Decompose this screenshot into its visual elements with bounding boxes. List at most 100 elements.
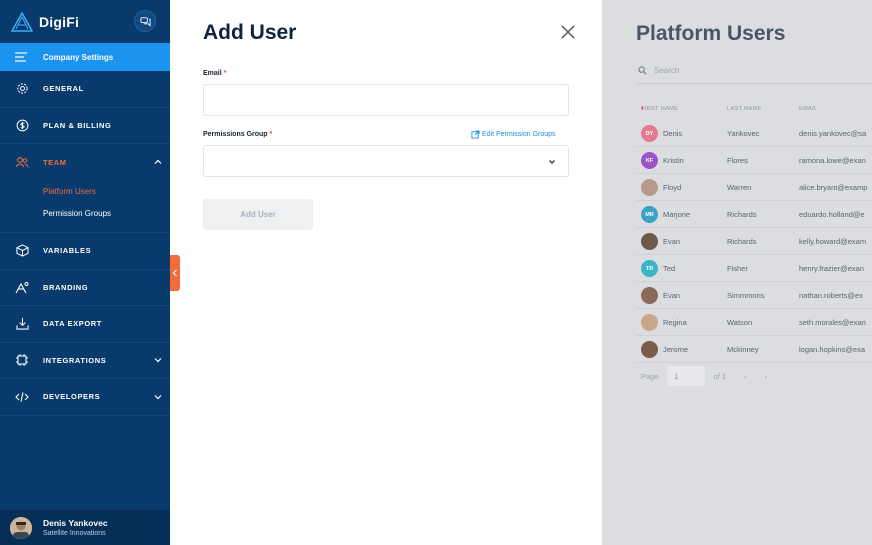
pagination: Page 1 of 1 ‹ › (641, 366, 767, 386)
external-link-icon (471, 130, 480, 139)
cell-email: ramona.lowe@exan (799, 156, 866, 165)
cell-email: eduardo.holland@e (799, 210, 865, 219)
chip-icon (15, 353, 29, 367)
cell-email: henry.frazier@exan (799, 264, 865, 273)
sidebar-item-plan-billing[interactable]: PLAN & BILLING (0, 108, 170, 144)
table-row[interactable]: Floyd Warren alice.bryant@examp (636, 174, 872, 201)
avatar (641, 341, 658, 358)
menu-lines-icon (15, 50, 29, 64)
sidebar-item-team[interactable]: TEAM (0, 144, 170, 180)
platform-users-page: Platform Users Search FIRST NAME ▾ LAST … (602, 0, 872, 545)
table-row[interactable]: Jerome Mckinney logan.hopkins@exa (636, 336, 872, 363)
email-label-text: Email (203, 70, 222, 77)
required-mark: * (269, 131, 273, 138)
sidebar-item-variables[interactable]: VARIABLES (0, 233, 170, 270)
sidebar-item-integrations[interactable]: INTEGRATIONS (0, 343, 170, 379)
cell-email: logan.hopkins@exa (799, 345, 865, 354)
avatar (641, 233, 658, 250)
avatar: TR (641, 260, 658, 277)
cell-first-name: Marjorie (663, 210, 691, 219)
sidebar-item-general[interactable]: GENERAL (0, 71, 170, 108)
sidebar-subitem-platform-users[interactable]: Platform Users (0, 180, 170, 202)
cell-last-name: Richards (727, 237, 757, 246)
cell-last-name: Warren (727, 183, 752, 192)
sidebar-item-label: DEVELOPERS (43, 392, 101, 402)
page-title: Platform Users (636, 22, 786, 45)
add-user-button[interactable]: Add User (203, 199, 313, 230)
table-row[interactable]: Evan Richards kelly.howard@exam (636, 228, 872, 255)
email-label: Email * (203, 70, 226, 77)
divider (636, 83, 872, 84)
chevron-left-icon (172, 269, 177, 277)
sidebar-subitem-permission-groups[interactable]: Permission Groups (0, 202, 170, 224)
avatar: KF (641, 152, 658, 169)
column-label: FIRST NAME (641, 106, 679, 112)
column-last-name[interactable]: LAST NAME (727, 106, 762, 112)
cell-last-name: Flores (727, 156, 748, 165)
user-company: Satellite Innovations (43, 530, 106, 537)
avatar (10, 516, 32, 539)
table-row[interactable]: KF Kristin Flores ramona.lowe@exan (636, 147, 872, 174)
branding-icon (15, 280, 29, 294)
edit-permission-groups-link[interactable]: Edit Permission Groups (471, 130, 556, 139)
gear-icon (15, 82, 29, 96)
cell-first-name: Jerome (663, 345, 689, 354)
sidebar-item-company-settings[interactable]: Company Settings (0, 43, 170, 71)
cell-email: kelly.howard@exam (799, 237, 867, 246)
user-profile[interactable]: Denis Yankovec Satellite Innovations (0, 510, 170, 545)
table-row[interactable]: Evan Simmmons nathan.roberts@ex (636, 282, 872, 309)
column-email[interactable]: EMAIL (799, 106, 818, 112)
sidebar-item-label: BRANDING (43, 282, 89, 292)
collapse-sidebar-tab[interactable] (170, 255, 180, 291)
sidebar-item-label: GENERAL (43, 84, 84, 94)
dollar-icon (15, 118, 29, 132)
sidebar-item-data-export[interactable]: DATA EXPORT (0, 306, 170, 343)
avatar: DY (641, 125, 658, 142)
sidebar-item-label: PLAN & BILLING (43, 120, 112, 130)
chevron-down-icon (549, 160, 555, 164)
sidebar-item-label: TEAM (43, 157, 67, 167)
required-mark: * (223, 70, 227, 77)
sidebar-item-label: INTEGRATIONS (43, 355, 107, 365)
chat-icon (139, 16, 151, 27)
search-input[interactable]: Search (638, 66, 679, 75)
users-icon (15, 155, 29, 169)
cell-last-name: Fisher (727, 264, 748, 273)
cell-email: seth.morales@exan (799, 318, 866, 327)
cell-last-name: Yankovec (727, 129, 760, 138)
next-page-icon[interactable]: › (765, 372, 768, 381)
sidebar: DigiFi Company Settings GENERAL PLAN & B… (0, 0, 170, 545)
avatar (641, 314, 658, 331)
close-icon[interactable] (561, 25, 575, 39)
digifi-logo-icon (11, 11, 33, 32)
cell-first-name: Floyd (663, 183, 682, 192)
sidebar-item-label: VARIABLES (43, 246, 92, 256)
table-row[interactable]: TR Ted Fisher henry.frazier@exan (636, 255, 872, 282)
cube-icon (15, 244, 29, 258)
cell-first-name: Kristin (663, 156, 684, 165)
page-label: Page (641, 371, 659, 381)
cell-email: nathan.roberts@ex (799, 291, 863, 300)
sidebar-item-developers[interactable]: DEVELOPERS (0, 379, 170, 416)
table-row[interactable]: Regina Watson seth.morales@exan (636, 309, 872, 336)
brand-name: DigiFi (39, 13, 80, 30)
code-icon (15, 390, 29, 404)
table-row[interactable]: DY Denis Yankovec denis.yankovec@sa (636, 120, 872, 147)
prev-page-icon[interactable]: ‹ (744, 372, 747, 381)
avatar (641, 287, 658, 304)
chat-button[interactable] (134, 10, 156, 32)
permissions-group-select[interactable] (203, 145, 569, 177)
sidebar-item-label: DATA EXPORT (43, 319, 102, 329)
sidebar-item-branding[interactable]: BRANDING (0, 270, 170, 306)
permissions-group-label: Permissions Group * (203, 131, 272, 138)
page-number-input[interactable]: 1 (666, 366, 705, 386)
download-icon (15, 317, 29, 331)
cell-last-name: Simmmons (727, 291, 765, 300)
avatar: MR (641, 206, 658, 223)
email-field[interactable] (203, 84, 569, 116)
cell-email: alice.bryant@examp (799, 183, 868, 192)
cell-first-name: Evan (663, 237, 681, 246)
table-row[interactable]: MR Marjorie Richards eduardo.holland@e (636, 201, 872, 228)
sidebar-team-group: TEAM Platform Users Permission Groups (0, 144, 170, 233)
user-name: Denis Yankovec (43, 518, 108, 528)
